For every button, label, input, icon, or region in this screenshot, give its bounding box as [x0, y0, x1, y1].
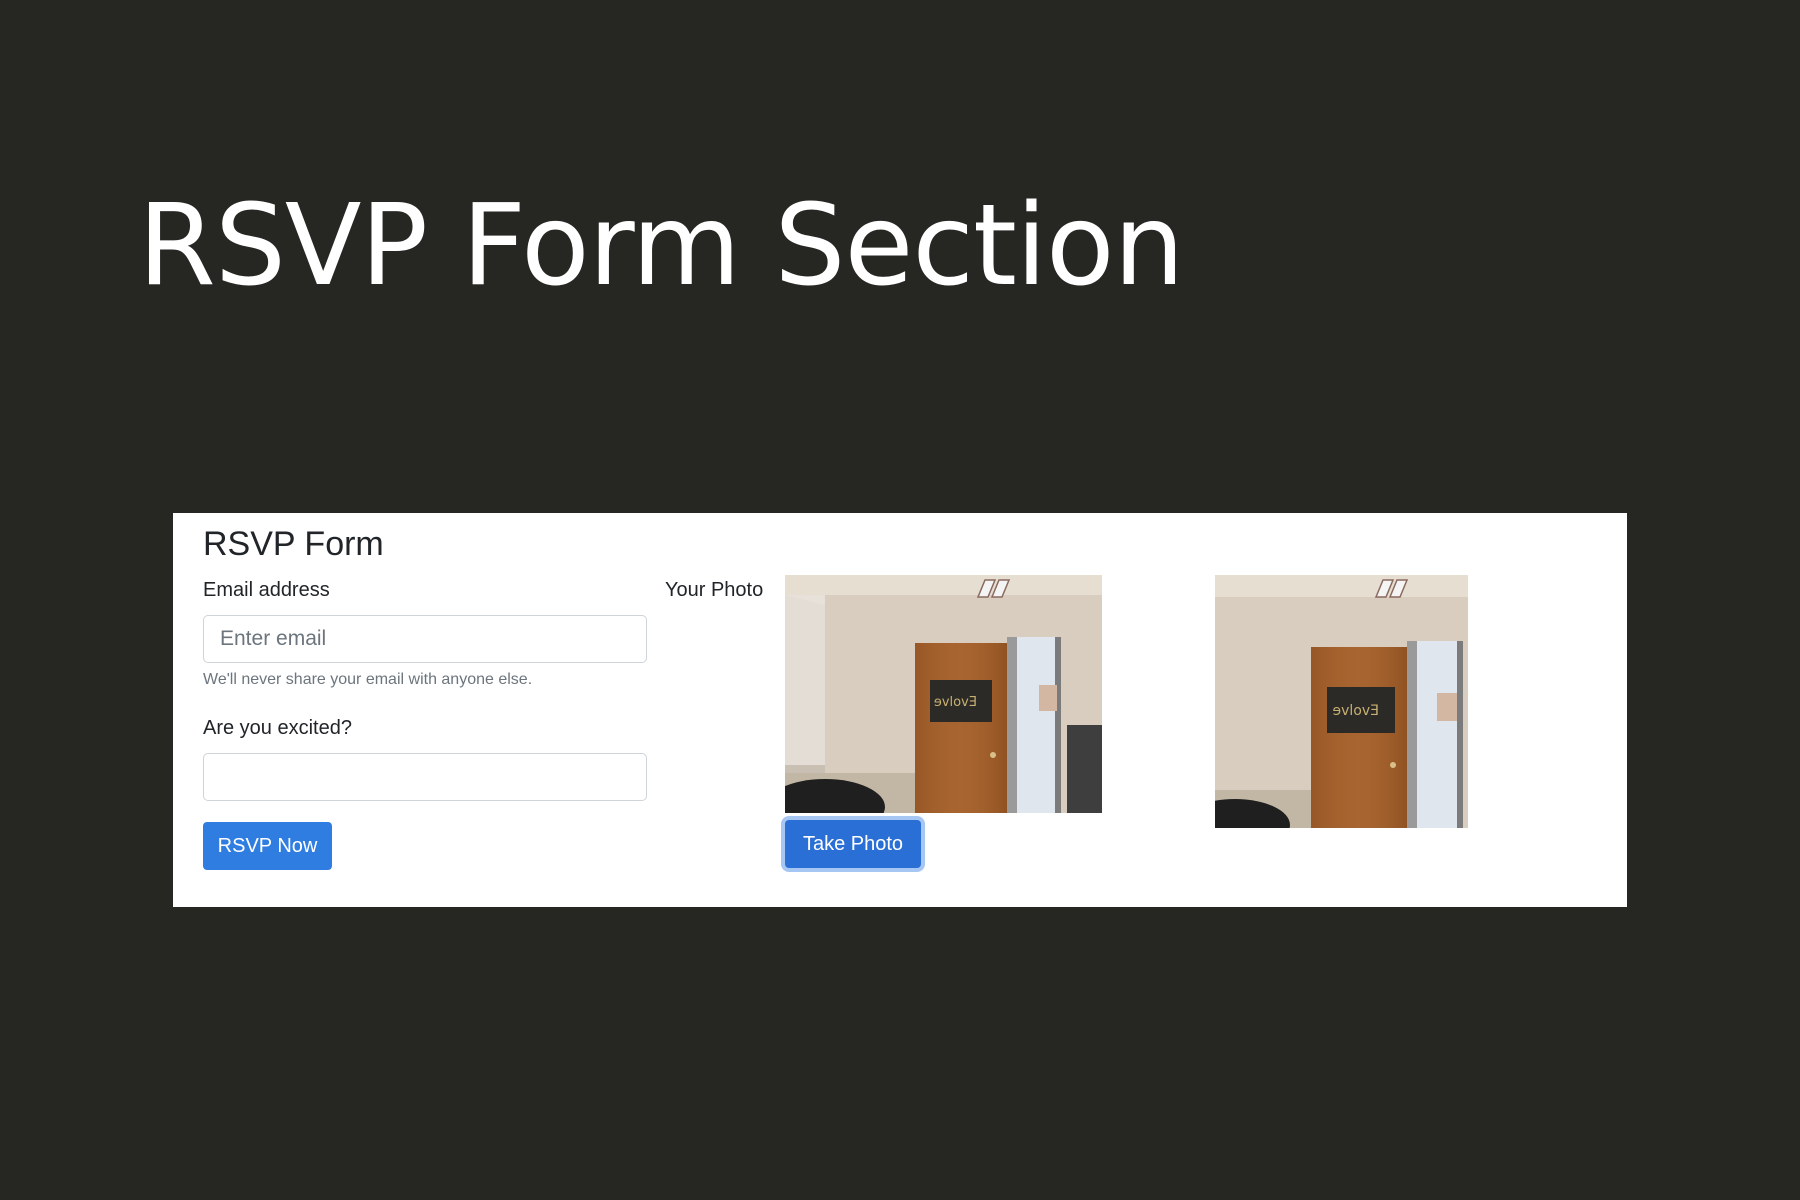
- email-help-text: We'll never share your email with anyone…: [203, 671, 533, 688]
- captured-photo: Evolve: [1215, 575, 1468, 828]
- email-input[interactable]: [203, 615, 647, 663]
- take-photo-button[interactable]: Take Photo: [785, 820, 921, 868]
- rsvp-now-button[interactable]: RSVP Now: [203, 822, 332, 870]
- camera-preview-image: Evolve: [785, 575, 1102, 813]
- captured-photo-image: Evolve: [1215, 575, 1468, 828]
- slide-title: RSVP Form Section: [138, 181, 1185, 311]
- excited-label: Are you excited?: [203, 717, 352, 739]
- rsvp-form-panel: RSVP Form Email address We'll never shar…: [173, 513, 1627, 907]
- poster-text-captured: Evolve: [1333, 703, 1379, 719]
- your-photo-label: Your Photo: [665, 579, 764, 601]
- form-heading: RSVP Form: [203, 525, 384, 563]
- camera-preview: Evolve: [785, 575, 1102, 813]
- email-label: Email address: [203, 579, 330, 601]
- poster-text: Evolve: [934, 695, 977, 710]
- excited-input[interactable]: [203, 753, 647, 801]
